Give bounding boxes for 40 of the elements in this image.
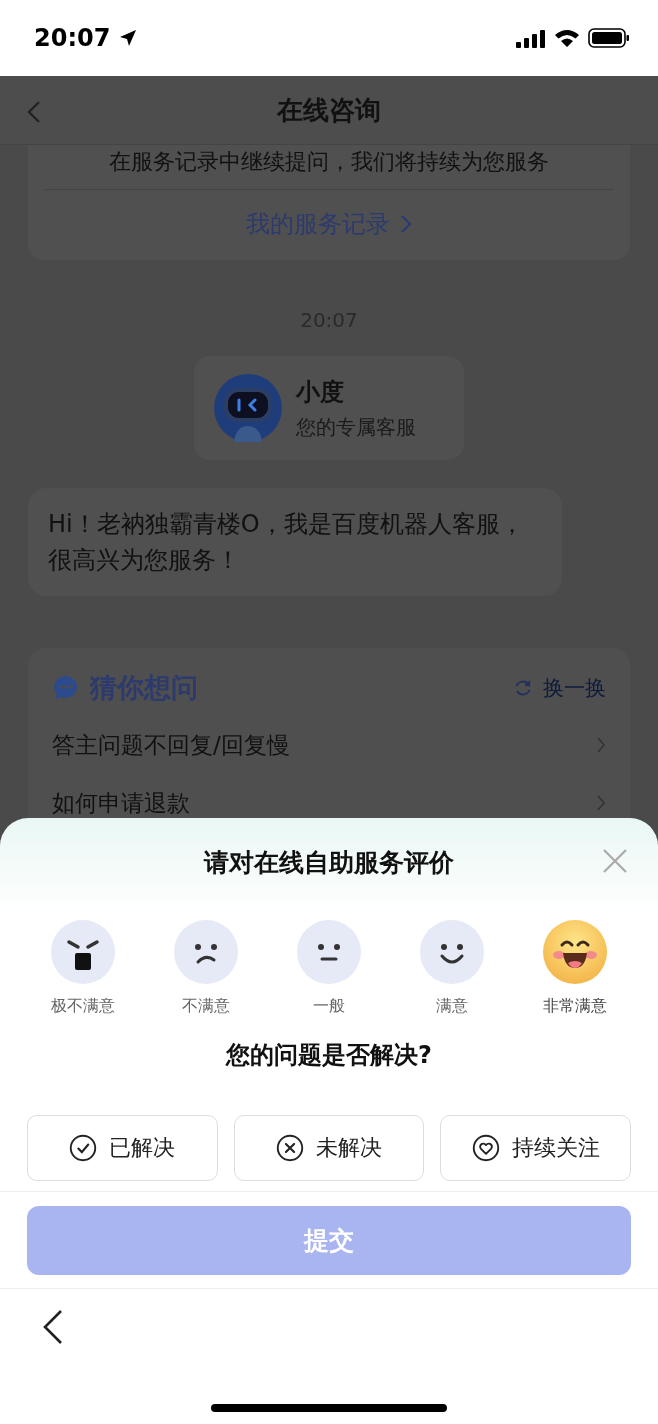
smile-face-icon xyxy=(420,920,484,984)
sad-face-icon xyxy=(174,920,238,984)
chevron-right-icon xyxy=(400,214,412,234)
chevron-right-icon xyxy=(596,736,606,754)
laugh-face-icon xyxy=(543,920,607,984)
record-text: 在服务记录中继续提问，我们将持续为您服务 xyxy=(109,148,549,176)
chat-bubble-icon xyxy=(52,674,80,702)
close-icon[interactable] xyxy=(602,848,628,874)
signal-icon xyxy=(516,28,546,48)
chevron-right-icon xyxy=(596,794,606,812)
rating-label: 一般 xyxy=(313,996,345,1017)
check-circle-icon xyxy=(69,1134,98,1162)
rating-label: 非常满意 xyxy=(543,996,607,1017)
rating-option[interactable]: 极不满意 xyxy=(22,920,144,1017)
resolution-option-button[interactable]: 持续关注 xyxy=(440,1115,631,1181)
sheet-title: 请对在线自助服务评价 xyxy=(204,846,454,879)
bot-message: Hi！老衲独霸青楼O，我是百度机器人客服，很高兴为您服务！ xyxy=(28,488,562,596)
resolution-option-button[interactable]: 已解决 xyxy=(27,1115,218,1181)
rating-label: 极不满意 xyxy=(51,996,115,1017)
resolution-option-button[interactable]: 未解决 xyxy=(233,1115,425,1181)
refresh-icon xyxy=(513,678,533,698)
page-title: 在线咨询 xyxy=(277,93,381,127)
rating-option[interactable]: 不满意 xyxy=(145,920,267,1017)
robot-avatar-icon xyxy=(214,374,282,442)
status-time: 20:07 xyxy=(34,24,111,52)
rating-label: 满意 xyxy=(436,996,468,1017)
back-icon[interactable] xyxy=(42,1309,64,1345)
rating-option[interactable]: 非常满意 xyxy=(514,920,636,1017)
angry-face-icon xyxy=(51,920,115,984)
resolution-question: 您的问题是否解决? xyxy=(226,1040,432,1071)
wifi-icon xyxy=(554,28,580,48)
rating-label: 不满意 xyxy=(182,996,230,1017)
location-arrow-icon xyxy=(118,28,139,48)
close-circle-icon xyxy=(276,1134,304,1162)
bot-name: 小度 xyxy=(296,376,345,408)
battery-icon xyxy=(588,27,630,49)
rating-option[interactable]: 一般 xyxy=(268,920,390,1017)
rating-option[interactable]: 满意 xyxy=(391,920,513,1017)
neutral-face-icon xyxy=(297,920,361,984)
heart-circle-icon xyxy=(471,1134,500,1162)
